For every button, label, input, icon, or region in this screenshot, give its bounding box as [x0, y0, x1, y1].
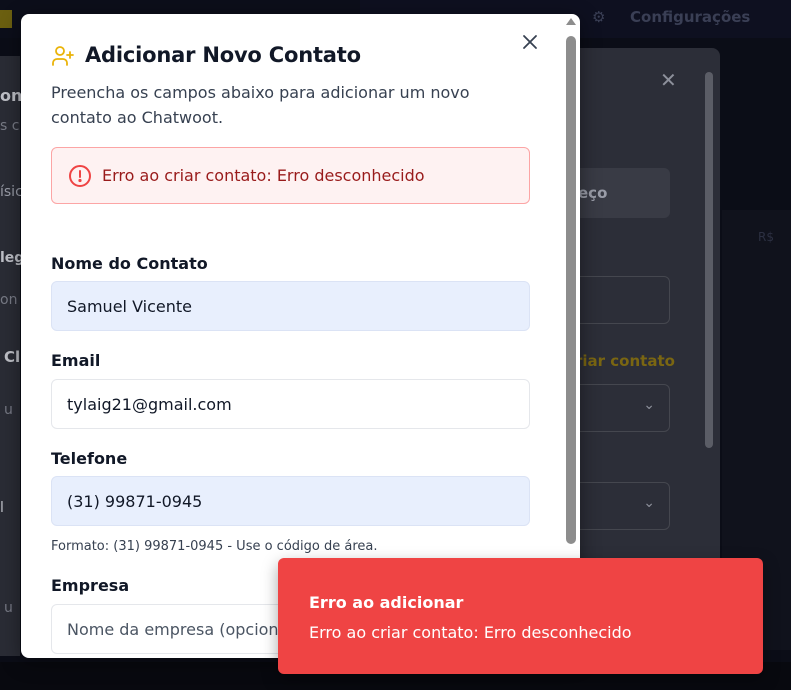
- settings-nav-label: Configurações: [630, 8, 751, 26]
- background-text: Cl: [4, 348, 21, 366]
- background-text: on: [0, 86, 23, 105]
- name-input[interactable]: [51, 281, 530, 331]
- scrollbar-thumb: [705, 72, 713, 448]
- phone-input[interactable]: [51, 476, 530, 526]
- background-tab-label: eço: [578, 184, 608, 202]
- email-label: Email: [51, 351, 101, 370]
- background-text: l: [0, 500, 4, 516]
- gear-icon: ⚙: [592, 8, 606, 26]
- close-icon: ✕: [660, 68, 677, 92]
- phone-hint: Formato: (31) 99871-0945 - Use o código …: [51, 539, 378, 554]
- background-text: ísic: [0, 184, 23, 200]
- phone-label: Telefone: [51, 449, 128, 468]
- app-logo: [0, 10, 12, 28]
- background-text: on: [0, 292, 18, 308]
- scrollbar-thumb[interactable]: [566, 36, 576, 544]
- background-panel-left: on s c ísic leg on Cl u l u: [0, 56, 24, 656]
- modal-title: Adicionar Novo Contato: [85, 43, 361, 67]
- error-alert: Erro ao criar contato: Erro desconhecido: [51, 147, 530, 204]
- chevron-down-icon: ⌄: [643, 495, 655, 511]
- alert-circle-icon: [69, 165, 91, 187]
- error-alert-text: Erro ao criar contato: Erro desconhecido: [102, 166, 425, 185]
- close-icon[interactable]: [520, 32, 540, 52]
- background-text: s c: [0, 118, 20, 134]
- company-label: Empresa: [51, 576, 130, 595]
- email-input[interactable]: [51, 379, 530, 429]
- user-plus-icon: [52, 46, 74, 66]
- background-text: u: [4, 402, 13, 418]
- toast-title: Erro ao adicionar: [309, 593, 464, 612]
- error-toast[interactable]: Erro ao adicionar Erro ao criar contato:…: [278, 558, 763, 674]
- modal-description: Preencha os campos abaixo para adicionar…: [51, 83, 470, 127]
- background-text: u: [4, 600, 13, 616]
- chevron-down-icon: ⌄: [643, 397, 655, 413]
- create-contact-link: riar contato: [575, 352, 675, 370]
- name-label: Nome do Contato: [51, 254, 208, 273]
- scroll-up-arrow-icon[interactable]: [566, 18, 576, 25]
- background-text: R$: [758, 230, 774, 244]
- background-scrollbar: [703, 56, 715, 456]
- toast-message: Erro ao criar contato: Erro desconhecido: [309, 623, 632, 642]
